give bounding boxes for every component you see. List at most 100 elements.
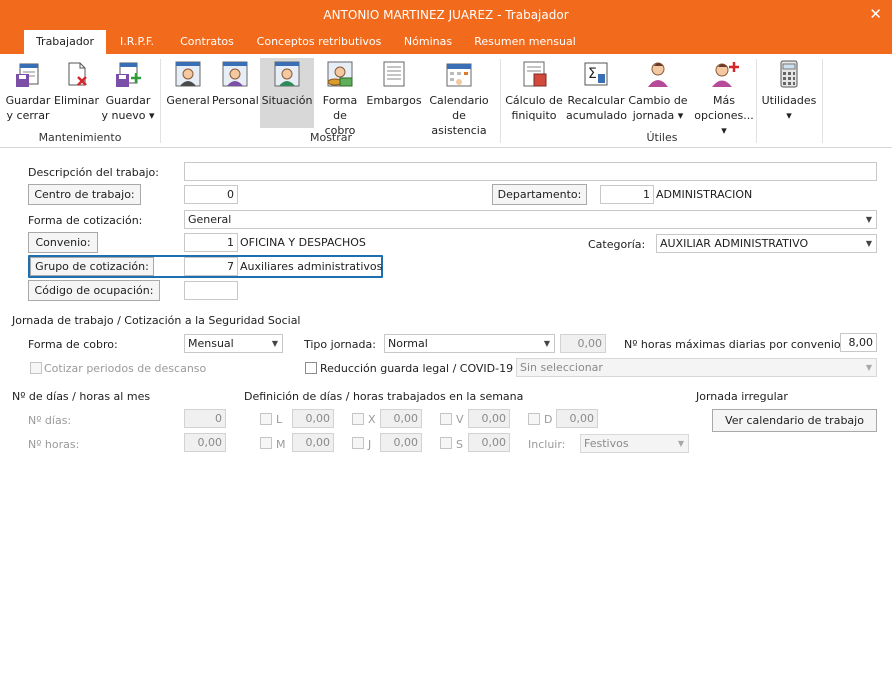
reduccion-guarda-value: Sin seleccionar — [520, 361, 603, 374]
day-label-x: X — [368, 413, 376, 426]
day-input-v: 0,00 — [468, 409, 510, 428]
num-dias-input: 0 — [184, 409, 226, 428]
tipo-jornada-horas-input: 0,00 — [560, 334, 606, 353]
tipo-jornada-value: Normal — [388, 337, 428, 350]
eliminar-button[interactable]: Eliminar — [54, 58, 100, 108]
day-checkbox-v — [440, 413, 452, 425]
definicion-section-title: Definición de días / horas trabajados en… — [244, 390, 524, 403]
cotizar-descanso-checkbox — [30, 362, 42, 374]
mas-opciones-button[interactable]: Más opciones... ▾ — [690, 58, 758, 138]
title-bar: ANTONIO MARTINEZ JUAREZ - Trabajador ✕ — [0, 0, 892, 30]
reduccion-guarda-select: Sin seleccionar ▼ — [516, 358, 877, 377]
day-label-d: D — [544, 413, 553, 426]
tipo-jornada-select[interactable]: Normal ▼ — [384, 334, 555, 353]
calendario-label-1: Calendario — [429, 94, 489, 107]
calculo-finiquito-button[interactable]: Cálculo de finiquito — [504, 58, 564, 123]
tab-trabajador[interactable]: Trabajador — [24, 30, 106, 55]
incluir-value: Festivos — [584, 437, 629, 450]
reduccion-guarda-label: Reducción guarda legal / COVID-19 — [320, 362, 514, 375]
calculo-label-1: Cálculo de — [505, 94, 563, 107]
close-icon[interactable]: ✕ — [869, 5, 882, 23]
embargos-label: Embargos — [366, 94, 422, 107]
horas-max-input[interactable]: 8,00 — [840, 333, 877, 352]
chevron-down-icon: ▼ — [543, 339, 550, 348]
convenio-input[interactable]: 1 — [184, 233, 238, 252]
calendario-asistencia-button[interactable]: Calendario de asistencia — [424, 58, 494, 138]
tab-strip: Trabajador I.R.P.F. Contratos Conceptos … — [0, 30, 892, 55]
chevron-down-icon: ▼ — [271, 339, 278, 348]
centro-trabajo-input[interactable]: 0 — [184, 185, 238, 204]
day-input-x: 0,00 — [380, 409, 422, 428]
calendar-icon — [446, 63, 472, 87]
general-button[interactable]: General — [166, 58, 210, 108]
ver-calendario-button[interactable]: Ver calendario de trabajo — [712, 409, 877, 432]
tab-resumen-mensual[interactable]: Resumen mensual — [470, 30, 580, 54]
situacion-label: Situación — [261, 94, 313, 107]
day-checkbox-j — [352, 437, 364, 449]
tab-contratos[interactable]: Contratos — [172, 30, 242, 54]
reduccion-guarda-checkbox[interactable] — [305, 362, 317, 374]
num-horas-input: 0,00 — [184, 433, 226, 452]
calculator-doc-icon — [523, 61, 547, 87]
descripcion-input[interactable] — [184, 162, 877, 181]
centro-trabajo-button[interactable]: Centro de trabajo: — [28, 184, 141, 205]
departamento-input[interactable]: 1 — [600, 185, 654, 204]
tab-nominas[interactable]: Nóminas — [396, 30, 460, 54]
codigo-ocupacion-input[interactable] — [184, 281, 238, 300]
situacion-button[interactable]: Situación — [260, 58, 314, 128]
tab-irpf[interactable]: I.R.P.F. — [112, 30, 162, 54]
departamento-button[interactable]: Departamento: — [492, 184, 587, 205]
tipo-jornada-label: Tipo jornada: — [304, 338, 376, 351]
ribbon-separator — [822, 59, 823, 143]
jornada-section-title: Jornada de trabajo / Cotización a la Seg… — [12, 314, 301, 327]
delete-icon — [68, 62, 87, 86]
day-input-l: 0,00 — [292, 409, 334, 428]
person-icon — [648, 62, 668, 87]
incluir-select: Festivos ▼ — [580, 434, 689, 453]
grupo-cotizacion-input[interactable]: 7 — [184, 257, 238, 276]
guardar-nuevo-button[interactable]: Guardar y nuevo ▾ — [100, 58, 156, 123]
codigo-ocupacion-button[interactable]: Código de ocupación: — [28, 280, 160, 301]
categoria-select[interactable]: AUXILIAR ADMINISTRATIVO ▼ — [656, 234, 877, 253]
calculator-icon — [780, 60, 798, 88]
personal-button[interactable]: Personal — [212, 58, 259, 108]
recalcular-acumulado-button[interactable]: Σ Recalcular acumulado — [566, 58, 627, 123]
day-label-l: L — [276, 413, 283, 426]
money-icon — [327, 61, 353, 87]
num-dias-label: Nº días: — [28, 414, 72, 427]
day-label-m: M — [276, 438, 286, 451]
utilidades-button[interactable]: Utilidades ▾ — [760, 58, 818, 123]
chevron-down-icon: ▼ — [865, 215, 872, 224]
embargos-button[interactable]: Embargos — [366, 58, 422, 108]
chevron-down-icon: ▼ — [865, 239, 872, 248]
group-mostrar: Mostrar — [309, 131, 353, 144]
tab-conceptos-retributivos[interactable]: Conceptos retributivos — [252, 30, 386, 54]
day-input-m: 0,00 — [292, 433, 334, 452]
guardar-cerrar-button[interactable]: Guardar y cerrar — [4, 58, 52, 123]
forma-cotizacion-select[interactable]: General ▼ — [184, 210, 877, 229]
day-checkbox-x — [352, 413, 364, 425]
grupo-cotizacion-button[interactable]: Grupo de cotización: — [30, 257, 154, 276]
departamento-name: ADMINISTRACION — [656, 188, 753, 201]
day-checkbox-d — [528, 413, 540, 425]
forma-cobro-button[interactable]: Forma de cobro — [316, 58, 364, 138]
descripcion-label: Descripción del trabajo: — [28, 166, 159, 179]
guardar-nuevo-label-1: Guardar — [105, 94, 151, 107]
recalcular-label-1: Recalcular — [567, 94, 625, 107]
horas-max-label: Nº horas máximas diarias por convenio: — [624, 338, 845, 351]
convenio-button[interactable]: Convenio: — [28, 232, 98, 253]
incluir-label: Incluir: — [528, 438, 566, 451]
forma-cobro-value: Mensual — [188, 337, 234, 350]
sum-icon: Σ — [584, 62, 608, 86]
forma-cotizacion-label: Forma de cotización: — [28, 214, 143, 227]
utilidades-arrow: ▾ — [786, 109, 792, 122]
svg-text:Σ: Σ — [588, 66, 597, 82]
forma-cotizacion-value: General — [188, 213, 232, 226]
day-label-v: V — [456, 413, 464, 426]
window-title: ANTONIO MARTINEZ JUAREZ - Trabajador — [323, 8, 569, 22]
guardar-cerrar-label-2: y cerrar — [6, 109, 50, 122]
cambio-jornada-button[interactable]: Cambio de jornada ▾ — [628, 58, 688, 123]
forma-cobro-select[interactable]: Mensual ▼ — [184, 334, 283, 353]
cotizar-descanso-label: Cotizar periodos de descanso — [44, 362, 207, 375]
eliminar-label: Eliminar — [54, 94, 100, 107]
